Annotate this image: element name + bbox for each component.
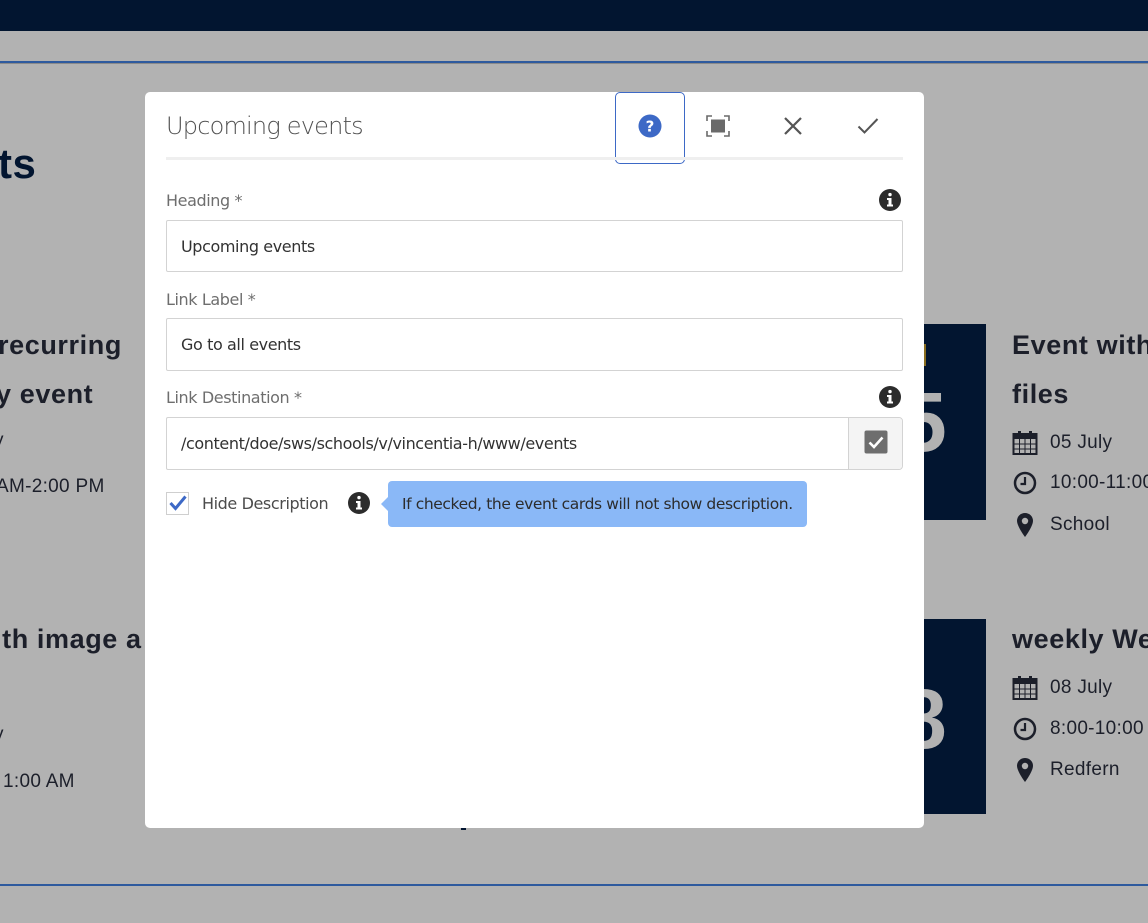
- event-date-row: 08 July: [1012, 675, 1112, 701]
- event-date: y: [0, 724, 4, 746]
- link-destination-pathfield: [166, 417, 903, 470]
- fullscreen-button[interactable]: [683, 92, 753, 164]
- header-divider-shadow: [0, 63, 1148, 64]
- event-location: Redfern: [1050, 759, 1120, 780]
- clock-icon: [1012, 716, 1038, 742]
- edit-component-dialog: Upcoming events ? Heading * Link Label *…: [145, 92, 924, 828]
- link-destination-label: Link Destination *: [166, 388, 302, 407]
- event-title: recurring: [0, 330, 122, 360]
- browse-path-button[interactable]: [848, 418, 902, 469]
- hide-description-label[interactable]: Hide Description: [202, 494, 329, 513]
- heading-label: Heading *: [166, 191, 243, 210]
- page-heading: ts: [0, 140, 37, 187]
- event-time: 1:00 AM: [3, 771, 75, 792]
- hide-description-checkbox[interactable]: [166, 491, 189, 515]
- fullscreen-icon: [706, 115, 730, 141]
- map-marker-icon: [1012, 757, 1038, 783]
- event-time: 10:00-11:00: [1050, 472, 1148, 493]
- info-icon[interactable]: [348, 492, 370, 514]
- field-description-tooltip: If checked, the event cards will not sho…: [381, 481, 807, 527]
- calendar-icon: [1012, 430, 1038, 456]
- link-label-input[interactable]: [166, 318, 903, 371]
- event-time: 8:00-10:00: [1050, 718, 1144, 739]
- hide-description-field: Hide Description: [166, 489, 329, 517]
- event-date: 05 July: [1050, 432, 1113, 453]
- select-checkbox-icon: [864, 430, 888, 458]
- event-date: 08 July: [1050, 677, 1113, 698]
- event-time: AM-2:00 PM: [0, 476, 105, 497]
- clock-icon: [1012, 470, 1038, 496]
- event-time-row: 8:00-10:00: [1012, 716, 1144, 742]
- link-destination-input[interactable]: [167, 418, 849, 469]
- svg-text:?: ?: [646, 118, 655, 136]
- heading-input[interactable]: [166, 220, 903, 272]
- info-icon[interactable]: [879, 386, 901, 408]
- link-label-label: Link Label *: [166, 290, 256, 309]
- event-title[interactable]: Event with: [1012, 330, 1148, 361]
- event-location-row: Redfern: [1012, 757, 1120, 783]
- calendar-icon: [1012, 675, 1038, 701]
- event-title[interactable]: weekly We: [1012, 624, 1148, 655]
- event-title: ith image a: [0, 624, 142, 654]
- event-title-line2[interactable]: files: [1012, 379, 1069, 410]
- close-icon: [783, 116, 803, 140]
- done-button[interactable]: [833, 92, 903, 164]
- help-circle-icon: ?: [638, 114, 662, 142]
- event-date: y: [0, 430, 4, 452]
- info-icon[interactable]: [879, 189, 901, 211]
- dialog-title: Upcoming events: [166, 112, 364, 140]
- event-location: School: [1050, 514, 1110, 535]
- event-time-row: 10:00-11:00: [1012, 470, 1148, 496]
- event-location-row: School: [1012, 512, 1110, 538]
- help-button[interactable]: ?: [615, 92, 685, 164]
- event-title-line2: y event: [0, 379, 94, 409]
- site-header-bar: [0, 0, 1148, 31]
- title-divider: [166, 157, 903, 160]
- close-button[interactable]: [758, 92, 828, 164]
- footer-divider: [0, 884, 1148, 886]
- checkmark-icon: [857, 117, 879, 139]
- map-marker-icon: [1012, 512, 1038, 538]
- event-date-row: 05 July: [1012, 430, 1112, 456]
